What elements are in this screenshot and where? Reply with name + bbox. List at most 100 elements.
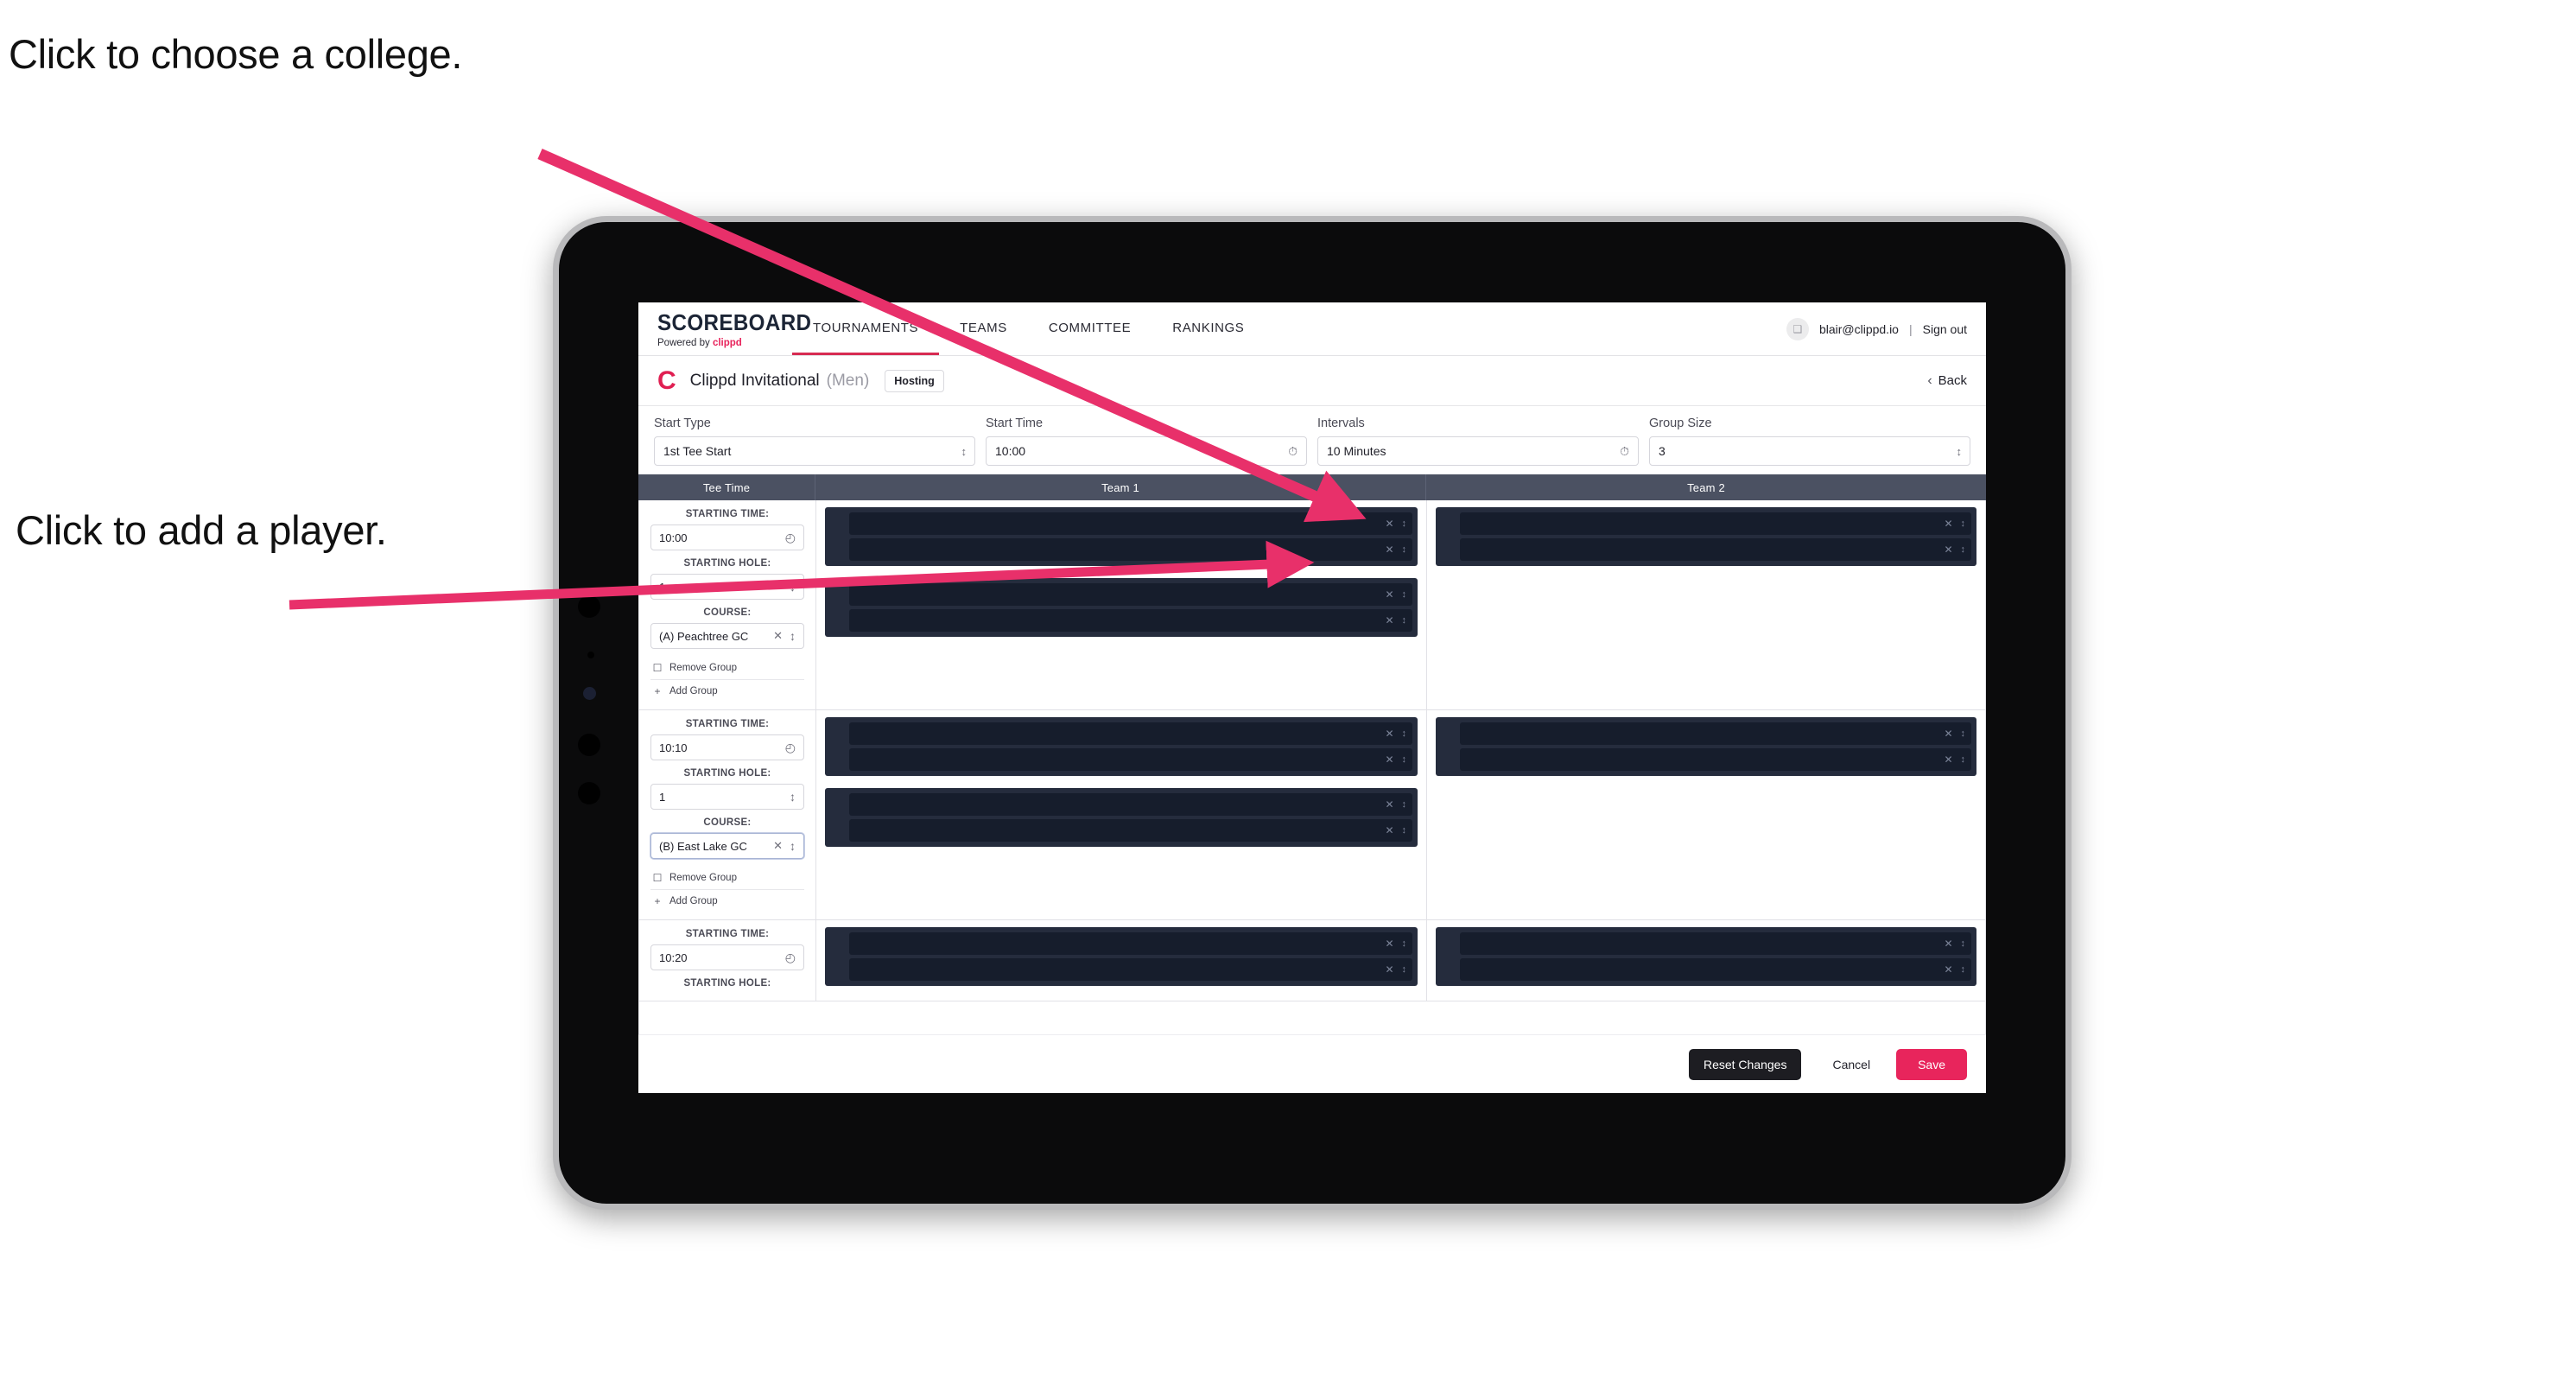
input-start-time[interactable]: 10:00 ⏱	[986, 436, 1307, 466]
select-start-type[interactable]: 1st Tee Start ↕	[654, 436, 975, 466]
remove-player-icon[interactable]: ✕	[1385, 728, 1393, 740]
team2-player-row[interactable]: ✕ ↕	[1460, 722, 1971, 745]
input-starting-time[interactable]: 10:20 ◴	[650, 944, 804, 970]
back-button[interactable]: ‹ Back	[1927, 373, 1967, 389]
updown-icon[interactable]: ↕	[1402, 938, 1406, 949]
add-group-button[interactable]: + Add Group	[650, 890, 804, 912]
input-starting-time-value: 10:20	[659, 950, 688, 964]
updown-icon[interactable]: ↕	[1961, 964, 1965, 975]
updown-icon[interactable]: ↕	[1961, 518, 1965, 529]
remove-player-icon[interactable]: ✕	[1944, 753, 1952, 766]
remove-player-icon[interactable]: ✕	[1385, 614, 1393, 626]
nav-item-rankings[interactable]: RANKINGS	[1152, 302, 1265, 355]
remove-player-icon[interactable]: ✕	[1385, 824, 1393, 836]
nav-item-tournaments[interactable]: TOURNAMENTS	[792, 302, 940, 355]
nav-item-teams[interactable]: TEAMS	[939, 302, 1028, 355]
updown-icon[interactable]: ↕	[1402, 754, 1406, 765]
team1-player-row[interactable]: ✕ ↕	[849, 583, 1412, 606]
remove-player-icon[interactable]: ✕	[1385, 963, 1393, 976]
column-header-team1: Team 1	[815, 474, 1426, 500]
remove-player-icon[interactable]: ✕	[1385, 518, 1393, 530]
team1-player-row[interactable]: ✕ ↕	[849, 512, 1412, 535]
input-starting-time[interactable]: 10:00 ◴	[650, 525, 804, 550]
label-start-time: Start Time	[986, 416, 1044, 430]
value-intervals: 10 Minutes	[1327, 444, 1386, 458]
team1-player-row[interactable]: ✕ ↕	[849, 538, 1412, 561]
updown-icon[interactable]: ↕	[1402, 825, 1406, 836]
team1-player-row[interactable]: ✕ ↕	[849, 932, 1412, 955]
remove-player-icon[interactable]: ✕	[1944, 728, 1952, 740]
annotation-choose-college: Click to choose a college.	[9, 31, 463, 77]
updown-icon[interactable]: ↕	[1402, 518, 1406, 529]
reset-changes-button[interactable]: Reset Changes	[1688, 1048, 1802, 1080]
tournament-header: C Clippd Invitational (Men) Hosting ‹ Ba…	[638, 356, 1986, 406]
updown-icon[interactable]: ↕	[1961, 754, 1965, 765]
updown-icon[interactable]: ↕	[1402, 544, 1406, 555]
select-course[interactable]: (A) Peachtree GC ✕ ↕	[650, 623, 804, 649]
sign-out-link[interactable]: Sign out	[1923, 322, 1967, 336]
remove-player-icon[interactable]: ✕	[1944, 518, 1952, 530]
team1-player-row[interactable]: ✕ ↕	[849, 748, 1412, 771]
updown-icon[interactable]: ↕	[1402, 728, 1406, 739]
updown-icon: ↕	[790, 790, 796, 804]
updown-icon[interactable]: ↕	[1402, 615, 1406, 626]
updown-icon[interactable]: ↕	[1402, 589, 1406, 600]
remove-player-icon[interactable]: ✕	[1944, 938, 1952, 950]
app-footer: Reset Changes Cancel Save	[638, 1034, 1986, 1093]
updown-icon[interactable]: ↕	[1961, 728, 1965, 739]
nav-user-area: ❑ blair@clippd.io | Sign out	[1786, 302, 1986, 355]
team1-player-row[interactable]: ✕ ↕	[849, 793, 1412, 816]
input-intervals[interactable]: 10 Minutes ⏱	[1317, 436, 1639, 466]
clear-icon[interactable]: ✕	[773, 629, 783, 643]
team1-player-row[interactable]: ✕ ↕	[849, 819, 1412, 842]
label-group-size: Group Size	[1649, 416, 1712, 430]
updown-icon: ↕	[790, 839, 796, 853]
team2-player-row[interactable]: ✕ ↕	[1460, 748, 1971, 771]
remove-group-label: Remove Group	[669, 663, 737, 673]
remove-player-icon[interactable]: ✕	[1385, 753, 1393, 766]
remove-player-icon[interactable]: ✕	[1385, 938, 1393, 950]
add-group-button[interactable]: + Add Group	[650, 680, 804, 703]
team2-player-row[interactable]: ✕ ↕	[1460, 512, 1971, 535]
add-group-label: Add Group	[669, 686, 718, 696]
team2-player-row[interactable]: ✕ ↕	[1460, 958, 1971, 981]
team1-player-row[interactable]: ✕ ↕	[849, 722, 1412, 745]
nav-item-committee[interactable]: COMMITTEE	[1028, 302, 1152, 355]
remove-group-button[interactable]: ☐ Remove Group	[650, 657, 804, 680]
team2-player-row[interactable]: ✕ ↕	[1460, 932, 1971, 955]
top-navbar: SCOREBOARD Powered by clippd TOURNAMENTS…	[638, 302, 1986, 356]
input-starting-time[interactable]: 10:10 ◴	[650, 734, 804, 760]
remove-player-icon[interactable]: ✕	[1385, 588, 1393, 601]
remove-player-icon[interactable]: ✕	[1944, 544, 1952, 556]
remove-player-icon[interactable]: ✕	[1385, 798, 1393, 811]
brand-title: SCOREBOARD	[657, 309, 812, 335]
updown-icon[interactable]: ↕	[1402, 799, 1406, 810]
team1-group-card: ✕ ↕ ✕ ↕	[825, 507, 1418, 566]
select-starting-hole[interactable]: 1 ↕	[650, 574, 804, 600]
cancel-button[interactable]: Cancel	[1813, 1049, 1889, 1080]
remove-group-button[interactable]: ☐ Remove Group	[650, 867, 804, 890]
clear-icon[interactable]: ✕	[773, 839, 783, 853]
table-row: STARTING TIME: 10:20 ◴ STARTING HOLE: ✕ ↕ ✕ ↕ ✕ ↕…	[639, 920, 1985, 1001]
label-course: COURSE:	[703, 607, 752, 618]
updown-icon[interactable]: ↕	[1402, 964, 1406, 975]
team1-player-row[interactable]: ✕ ↕	[849, 958, 1412, 981]
save-button[interactable]: Save	[1896, 1048, 1967, 1080]
select-group-size[interactable]: 3 ↕	[1649, 436, 1970, 466]
remove-player-icon[interactable]: ✕	[1385, 544, 1393, 556]
scoreboard-app-window: SCOREBOARD Powered by clippd TOURNAMENTS…	[638, 302, 1986, 1093]
table-header: Tee Time Team 1 Team 2	[638, 474, 1986, 500]
remove-player-icon[interactable]: ✕	[1944, 963, 1952, 976]
team1-player-row[interactable]: ✕ ↕	[849, 609, 1412, 632]
updown-icon[interactable]: ↕	[1961, 544, 1965, 555]
brand-logo[interactable]: SCOREBOARD Powered by clippd	[638, 302, 812, 355]
team1-group-card: ✕ ↕ ✕ ↕	[825, 578, 1418, 637]
team2-player-row[interactable]: ✕ ↕	[1460, 538, 1971, 561]
select-course[interactable]: (B) East Lake GC ✕ ↕	[650, 833, 804, 859]
nav-links: TOURNAMENTS TEAMS COMMITTEE RANKINGS	[792, 302, 1265, 355]
team1-cell: ✕ ↕ ✕ ↕ ✕ ↕ ✕ ↕	[816, 710, 1427, 919]
updown-icon[interactable]: ↕	[1961, 938, 1965, 949]
select-starting-hole[interactable]: 1 ↕	[650, 784, 804, 810]
remove-group-label: Remove Group	[669, 873, 737, 883]
avatar-icon[interactable]: ❑	[1786, 317, 1809, 340]
